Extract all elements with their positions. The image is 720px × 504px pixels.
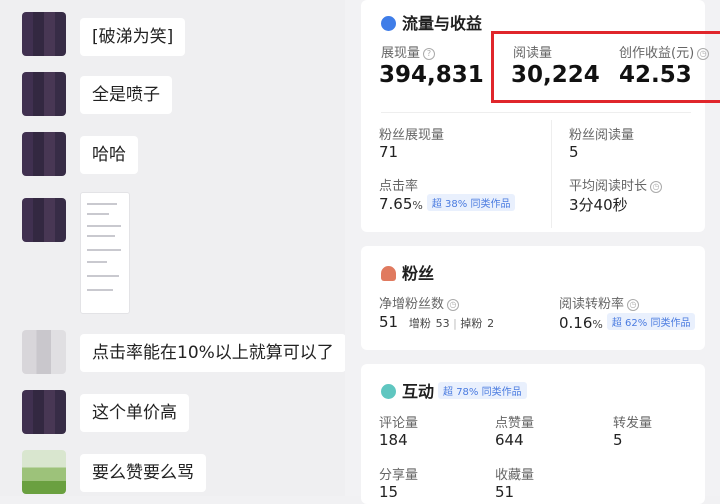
comments-label: 评论量 bbox=[379, 416, 419, 431]
clock-icon[interactable]: ◷ bbox=[447, 299, 460, 311]
likes-value: 644 bbox=[495, 431, 524, 449]
comments-value: 184 bbox=[379, 431, 408, 449]
share-value: 15 bbox=[379, 483, 399, 501]
clock-icon[interactable]: ◷ bbox=[650, 181, 663, 193]
shares-value: 5 bbox=[613, 431, 623, 449]
card-title: 粉丝 bbox=[381, 260, 434, 284]
ctr-badge: 超 38% 同类作品 bbox=[426, 194, 516, 211]
net-fans-value: 51 增粉 53 | 掉粉 2 bbox=[379, 313, 495, 331]
clock-icon[interactable]: ◷ bbox=[627, 299, 640, 311]
chat-icon bbox=[381, 384, 396, 399]
interaction-card: 互动超 78% 同类作品 评论量 184 点赞量 644 转发量 5 分享量 1… bbox=[361, 364, 705, 504]
avatar[interactable] bbox=[22, 198, 66, 242]
stats-pane: 流量与收益 展现量? 394,831 阅读量 30,224 创作收益(元) ◷ 4… bbox=[345, 0, 720, 504]
message-bubble: 全是喷子 bbox=[80, 76, 172, 114]
traffic-title: 流量与收益 bbox=[402, 14, 483, 33]
ctr-value: 7.65% 超 38% 同类作品 bbox=[379, 194, 516, 213]
screenshot-thumbnail[interactable] bbox=[80, 192, 130, 314]
avatar[interactable] bbox=[22, 450, 66, 494]
fan-impr-value: 71 bbox=[379, 143, 399, 161]
fan-reads-label: 粉丝阅读量 bbox=[569, 128, 635, 143]
interaction-title: 互动 bbox=[402, 382, 435, 401]
net-fans-label: 净增粉丝数 ◷ bbox=[379, 293, 460, 312]
avatar[interactable] bbox=[22, 12, 66, 56]
divider bbox=[381, 112, 691, 113]
avg-time-label: 平均阅读时长 ◷ bbox=[569, 175, 663, 194]
avatar[interactable] bbox=[22, 390, 66, 434]
impressions-value: 394,831 bbox=[379, 62, 484, 88]
divider bbox=[551, 120, 552, 228]
fan-reads-value: 5 bbox=[569, 143, 579, 161]
ctr-label: 点击率 bbox=[379, 179, 419, 194]
fans-card: 粉丝 净增粉丝数 ◷ 51 增粉 53 | 掉粉 2 阅读转粉率 ◷ 0.16% 超 … bbox=[361, 246, 705, 350]
avatar[interactable] bbox=[22, 132, 66, 176]
message-bubble: 这个单价高 bbox=[80, 394, 189, 432]
avatar[interactable] bbox=[22, 72, 66, 116]
avg-time-value: 3分40秒 bbox=[569, 196, 628, 214]
impressions-label: 展现量? bbox=[381, 42, 436, 61]
message-bubble: [破涕为笑] bbox=[80, 18, 186, 56]
traffic-card: 流量与收益 展现量? 394,831 阅读量 30,224 创作收益(元) ◷ 4… bbox=[361, 0, 720, 232]
interaction-badge: 超 78% 同类作品 bbox=[438, 382, 527, 399]
highlight-box bbox=[491, 31, 720, 103]
chat-pane: [破涕为笑] 全是喷子 哈哈 点击率能在10%以上就算可以了 这个单价高 要么赞… bbox=[0, 0, 346, 496]
fav-value: 51 bbox=[495, 483, 515, 501]
fans-title: 粉丝 bbox=[402, 264, 435, 283]
card-title: 流量与收益 bbox=[381, 10, 482, 34]
message-bubble: 点击率能在10%以上就算可以了 bbox=[80, 334, 346, 372]
fan-impr-label: 粉丝展现量 bbox=[379, 128, 445, 143]
conv-value: 0.16% 超 62% 同类作品 bbox=[559, 313, 696, 332]
avatar[interactable] bbox=[22, 330, 66, 374]
drop-icon bbox=[381, 16, 396, 31]
person-icon bbox=[381, 266, 396, 281]
message-bubble: 哈哈 bbox=[80, 136, 138, 174]
message-bubble: 要么赞要么骂 bbox=[80, 454, 206, 492]
share-label: 分享量 bbox=[379, 468, 419, 483]
card-title: 互动超 78% 同类作品 bbox=[381, 378, 527, 402]
help-icon[interactable]: ? bbox=[423, 48, 436, 60]
conv-label: 阅读转粉率 ◷ bbox=[559, 293, 640, 312]
conv-badge: 超 62% 同类作品 bbox=[606, 313, 696, 330]
shares-label: 转发量 bbox=[613, 416, 653, 431]
fav-label: 收藏量 bbox=[495, 468, 535, 483]
likes-label: 点赞量 bbox=[495, 416, 535, 431]
